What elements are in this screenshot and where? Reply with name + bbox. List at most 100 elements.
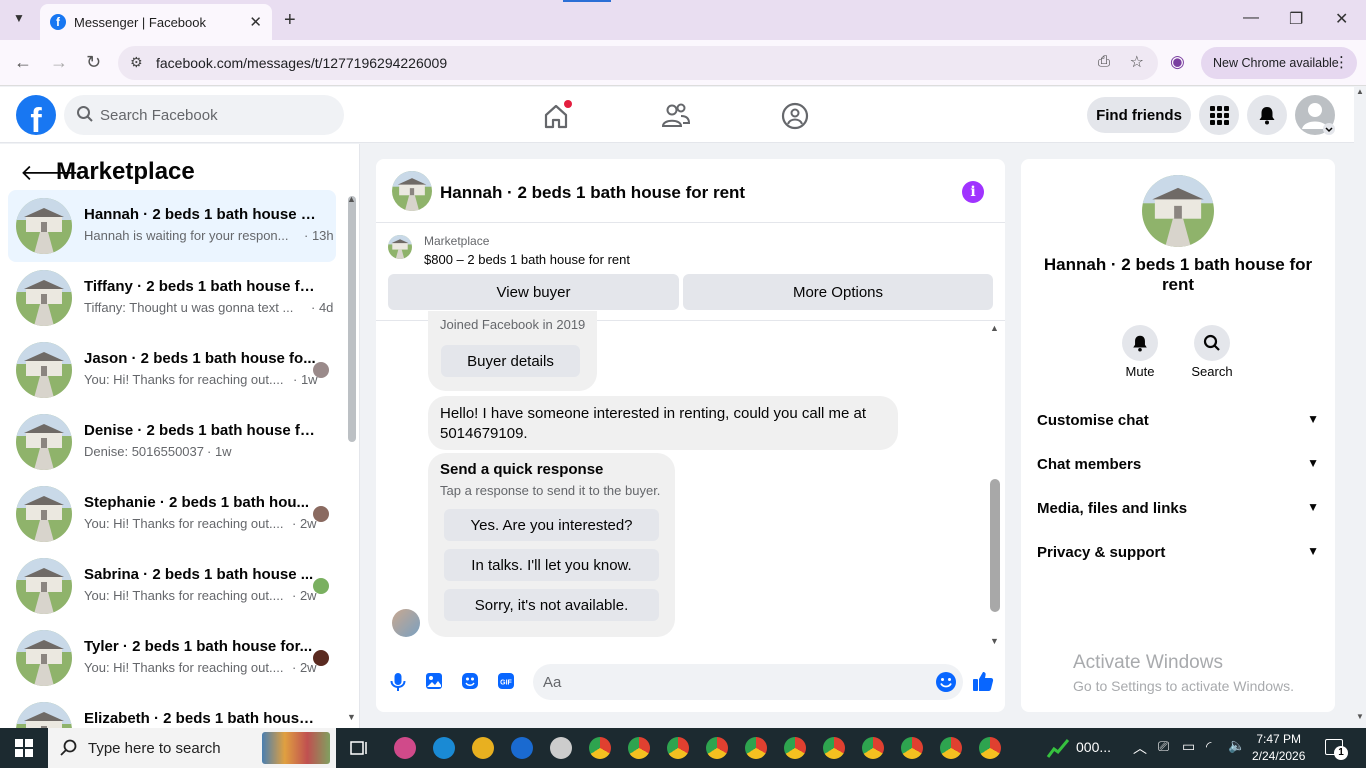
sticker-icon[interactable] (461, 672, 479, 690)
minimize-icon[interactable]: — (1243, 9, 1259, 27)
conversation-item[interactable]: Tiffany · 2 beds 1 bath house for... Tiff… (8, 262, 336, 334)
conversation-item[interactable]: Elizabeth · 2 beds 1 bath house f... (8, 694, 336, 728)
wifi-icon[interactable]: ◜ (1206, 738, 1211, 755)
reload-icon[interactable]: ↻ (86, 52, 101, 73)
address-bar[interactable]: ⚙ facebook.com/messages/t/12771962942260… (118, 46, 1158, 80)
close-window-icon[interactable]: ✕ (1335, 9, 1348, 29)
scroll-up-icon[interactable]: ▲ (347, 194, 356, 204)
message-input[interactable]: Aa (533, 664, 963, 700)
copilot-icon[interactable] (394, 737, 416, 759)
show-hidden-icons-icon[interactable]: ︿ (1133, 738, 1147, 758)
chrome-icon[interactable] (745, 737, 767, 759)
conversation-item[interactable]: Tyler · 2 beds 1 bath house for... You: H… (8, 622, 336, 694)
conversation-item[interactable]: Stephanie · 2 beds 1 bath hou... You: Hi!… (8, 478, 336, 550)
battery-icon[interactable]: ▭ (1182, 738, 1195, 755)
close-tab-icon[interactable]: ✕ (249, 13, 262, 31)
back-icon[interactable]: ← (14, 52, 32, 73)
gif-icon[interactable]: GIF (497, 672, 515, 690)
chrome-icon[interactable] (901, 737, 923, 759)
listing-thumbnail (16, 342, 72, 398)
taskbar-search-input[interactable]: Type here to search (48, 728, 336, 768)
site-settings-icon[interactable]: ⚙ (130, 54, 143, 71)
marketplace-listing-card: Marketplace $800 – 2 beds 1 bath house f… (376, 223, 1005, 321)
chrome-update-button[interactable]: New Chrome available ⋮ (1201, 47, 1357, 79)
quick-response-unavailable[interactable]: Sorry, it's not available. (444, 589, 659, 621)
microphone-icon[interactable] (390, 672, 406, 692)
windows-start-icon[interactable] (15, 739, 33, 757)
chat-members-row[interactable]: Chat members ▼ (1037, 456, 1319, 473)
conversation-item[interactable]: Jason · 2 beds 1 bath house fo... You: Hi… (8, 334, 336, 406)
listing-price-title: $800 – 2 beds 1 bath house for rent (424, 252, 630, 267)
menu-dots-icon[interactable]: ⋮ (1334, 53, 1349, 71)
task-view-icon[interactable] (350, 739, 370, 757)
search-chat-button[interactable] (1194, 325, 1230, 361)
chat-scroll-up-icon[interactable]: ▲ (990, 323, 999, 333)
quick-response-in-talks[interactable]: In talks. I'll let you know. (444, 549, 659, 581)
stock-chart-icon[interactable] (1046, 737, 1070, 759)
friends-icon[interactable] (659, 99, 693, 133)
menu-grid-icon[interactable] (1199, 95, 1239, 135)
meet-now-icon[interactable]: ⎚ (1158, 738, 1169, 755)
page-scroll-down-icon[interactable]: ▼ (1356, 712, 1364, 721)
profile-icon[interactable]: ◉ (1170, 52, 1185, 72)
chrome-icon[interactable] (823, 737, 845, 759)
chrome-icon[interactable] (628, 737, 650, 759)
chrome-icon[interactable] (979, 737, 1001, 759)
install-app-icon[interactable]: ⎙ (1098, 53, 1110, 70)
chrome-icon[interactable] (784, 737, 806, 759)
buyer-details-button[interactable]: Buyer details (441, 345, 580, 377)
info-icon[interactable]: i (962, 181, 984, 203)
chrome-icon[interactable] (940, 737, 962, 759)
system-clock[interactable]: 7:47 PM 2/24/2026 (1252, 731, 1305, 765)
find-friends-button[interactable]: Find friends (1087, 97, 1191, 133)
view-buyer-button[interactable]: View buyer (388, 274, 679, 310)
chrome-icon[interactable] (589, 737, 611, 759)
restore-icon[interactable]: ❐ (1289, 9, 1303, 29)
chat-scrollbar[interactable] (990, 479, 1000, 612)
conversation-item[interactable]: Denise · 2 beds 1 bath house for ... Deni… (8, 406, 336, 478)
facebook-search-input[interactable]: Search Facebook (64, 95, 344, 135)
photo-icon[interactable] (425, 672, 443, 690)
chrome-icon[interactable] (706, 737, 728, 759)
media-files-links-row[interactable]: Media, files and links ▼ (1037, 500, 1319, 517)
browser-tab[interactable]: f Messenger | Facebook ✕ (40, 4, 272, 40)
settings-icon[interactable] (550, 737, 572, 759)
buyer-avatar[interactable] (392, 609, 420, 637)
page-scroll-up-icon[interactable]: ▲ (1356, 87, 1364, 96)
home-icon[interactable] (539, 99, 573, 133)
message-text: Hello! I have someone interested in rent… (440, 405, 867, 442)
page-scrollbar[interactable]: ▲ ▼ (1354, 87, 1366, 728)
bookmark-star-icon[interactable]: ☆ (1130, 52, 1144, 72)
thumbs-up-icon[interactable] (972, 670, 994, 692)
customise-chat-row[interactable]: Customise chat ▼ (1037, 412, 1319, 429)
quick-response-yes[interactable]: Yes. Are you interested? (444, 509, 659, 541)
emoji-icon[interactable] (935, 671, 957, 693)
privacy-support-row[interactable]: Privacy & support ▼ (1037, 544, 1319, 561)
chat-listing-thumbnail[interactable] (392, 171, 432, 211)
facebook-favicon-icon: f (50, 14, 66, 30)
chat-scroll-down-icon[interactable]: ▼ (990, 636, 999, 646)
file-explorer-icon[interactable] (472, 737, 494, 759)
account-avatar[interactable] (1295, 95, 1335, 135)
more-options-button[interactable]: More Options (683, 274, 993, 310)
outlook-icon[interactable] (511, 737, 533, 759)
left-scrollbar[interactable] (348, 196, 356, 442)
tab-search-icon[interactable]: ▼ (13, 11, 25, 25)
conversation-item[interactable]: Hannah · 2 beds 1 bath house fo... Hannah… (8, 190, 336, 262)
groups-icon[interactable] (778, 99, 812, 133)
chat-info-panel: Hannah · 2 beds 1 bath house for rent Mu… (1021, 159, 1335, 712)
forward-icon[interactable]: → (50, 52, 68, 73)
conversation-item[interactable]: Sabrina · 2 beds 1 bath house ... You: Hi… (8, 550, 336, 622)
watermark-line2: Go to Settings to activate Windows. (1073, 678, 1294, 694)
notifications-bell-icon[interactable] (1247, 95, 1287, 135)
scroll-down-icon[interactable]: ▼ (347, 712, 356, 722)
chrome-icon[interactable] (862, 737, 884, 759)
mute-button[interactable] (1122, 325, 1158, 361)
edge-icon[interactable] (433, 737, 455, 759)
joined-text: Joined Facebook in 2019 (440, 317, 586, 332)
conversation-name: Sabrina · 2 beds 1 bath house ... (84, 566, 314, 583)
new-tab-icon[interactable]: + (284, 9, 296, 32)
volume-icon[interactable]: 🔈 (1228, 737, 1245, 754)
facebook-logo-icon[interactable]: f (16, 95, 56, 135)
chrome-icon[interactable] (667, 737, 689, 759)
